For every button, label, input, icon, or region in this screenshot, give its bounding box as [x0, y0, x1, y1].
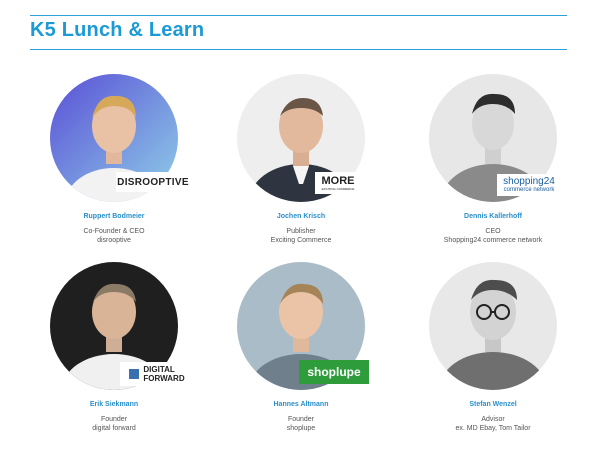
speaker-role: CEO — [485, 228, 501, 235]
speaker-name: Erik Siekmann — [89, 401, 139, 408]
top-divider — [30, 15, 567, 16]
speaker-org: Shopping24 commerce network — [443, 237, 543, 244]
speaker-role: Founder — [287, 416, 315, 423]
speaker-org: disrooptive — [97, 237, 131, 244]
speaker-photo — [429, 262, 557, 390]
page-title: K5 Lunch & Learn — [30, 19, 205, 41]
speaker-role: Publisher — [286, 228, 316, 235]
speaker-name: Ruppert Bodmeier — [83, 213, 145, 220]
title-divider — [30, 49, 567, 50]
speaker-role: Co-Founder & CEO — [83, 228, 145, 235]
speaker-card: Stefan Wenzel Advisor ex. MD Ebay, Tom T… — [413, 262, 573, 433]
shopping24-logo: shopping24 commerce network — [497, 174, 561, 196]
speaker-name: Hannes Altmann — [273, 401, 329, 408]
speaker-role: Advisor — [481, 416, 505, 423]
speaker-card: shoplupe Hannes Altmann Founder shoplupe — [221, 262, 381, 433]
speaker-org: shoplupe — [286, 425, 316, 432]
speaker-card: shopping24 commerce network Dennis Kalle… — [413, 74, 573, 245]
disrooptive-logo: DISROOPTIVE — [116, 172, 190, 192]
speaker-org: digital forward — [92, 425, 136, 432]
speaker-org: ex. MD Ebay, Tom Tailor — [455, 425, 531, 432]
speaker-card: DIGITAL FORWARD Erik Siekmann Founder di… — [34, 262, 194, 433]
speaker-name: Dennis Kallerhoff — [464, 213, 522, 220]
speaker-name: Stefan Wenzel — [469, 401, 517, 408]
speaker-name: Jochen Krisch — [276, 213, 326, 220]
speaker-role: Founder — [100, 416, 128, 423]
digital-forward-icon — [129, 369, 140, 379]
speaker-card: MORE EXCITING COMMERCE Jochen Krisch Pub… — [221, 74, 381, 245]
more-logo: MORE EXCITING COMMERCE — [315, 172, 361, 194]
speaker-card: DISROOPTIVE Ruppert Bodmeier Co-Founder … — [34, 74, 194, 245]
digital-forward-logo: DIGITAL FORWARD — [120, 362, 194, 386]
shoplupe-logo: shoplupe — [299, 360, 369, 384]
speaker-org: Exciting Commerce — [270, 237, 332, 244]
